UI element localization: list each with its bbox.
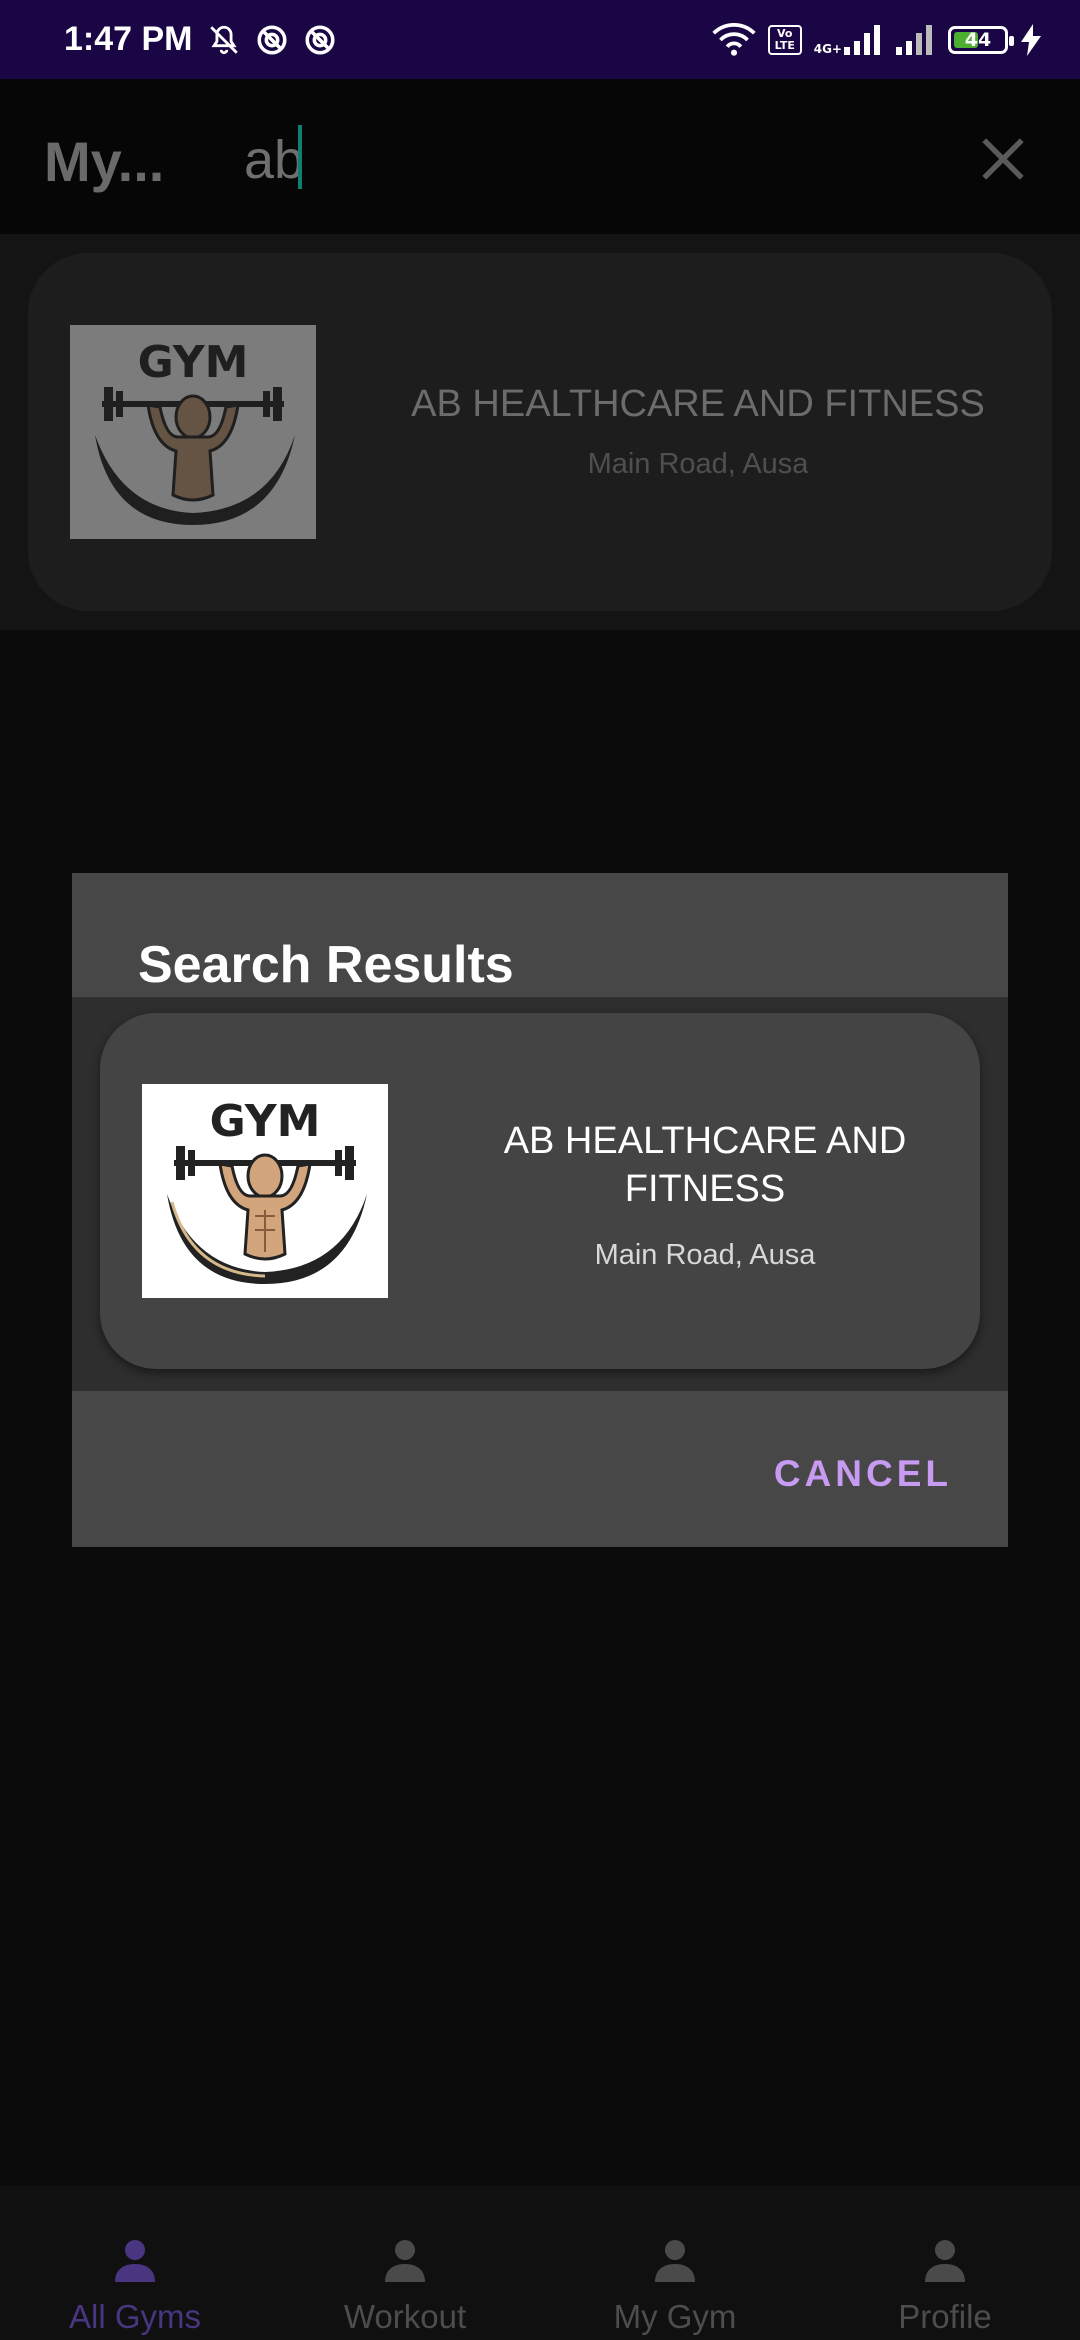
gym-name: AB HEALTHCARE AND FITNESS [411, 383, 985, 425]
person-icon [115, 2240, 155, 2282]
nav-item-profile[interactable]: Profile [810, 2186, 1080, 2340]
charging-icon [1021, 23, 1041, 56]
signal-icon [844, 24, 880, 55]
search-toolbar: My... ab [0, 79, 1080, 234]
nav-item-my-gym[interactable]: My Gym [540, 2186, 810, 2340]
nav-item-workout[interactable]: Workout [270, 2186, 540, 2340]
mute-bell-icon [209, 25, 238, 54]
network-type: 4G+ [813, 41, 842, 56]
gym-card[interactable]: GYM AB HEALTHCARE AND FITNESS Main Road,… [28, 253, 1052, 611]
battery-icon: 44 [948, 25, 1014, 54]
nav-item-all-gyms[interactable]: All Gyms [0, 2186, 270, 2340]
data-saver-icon [256, 24, 287, 55]
svg-text:GYM: GYM [138, 337, 249, 388]
page-title: My... [44, 130, 165, 193]
signal-group: 4G+ [813, 24, 884, 56]
svg-text:GYM: GYM [210, 1096, 321, 1147]
bottom-navigation: All Gyms Workout My Gym Profile [0, 2186, 1080, 2340]
search-input[interactable]: ab [244, 129, 304, 191]
battery-level: 44 [964, 28, 992, 51]
person-icon [655, 2240, 695, 2282]
close-icon[interactable] [978, 134, 1028, 184]
nav-label: Workout [343, 2298, 467, 2335]
nav-label: All Gyms [69, 2298, 201, 2335]
gym-address: Main Road, Ausa [587, 448, 809, 480]
gym-name: AB HEALTHCARE AND FITNESS [503, 1120, 907, 1210]
gym-logo-image: GYM [95, 337, 295, 525]
person-icon [925, 2240, 965, 2282]
dialog-title: Search Results [138, 936, 514, 994]
cancel-button[interactable]: CANCEL [774, 1453, 952, 1495]
gym-logo: GYM [142, 1084, 388, 1298]
gym-logo-image: GYM [167, 1096, 367, 1284]
status-right: Vo LTE 4G+ 44 [712, 22, 1042, 57]
search-results-dialog: Search Results GYM AB HEALTHCARE AND FIT… [72, 873, 1008, 1547]
status-left: 1:47 PM [64, 20, 337, 59]
gym-logo: GYM [70, 325, 316, 539]
dialog-results-list: GYM AB HEALTHCARE AND FITNESS Main Road,… [72, 997, 1008, 1391]
search-result-card[interactable]: GYM AB HEALTHCARE AND FITNESS Main Road,… [100, 1013, 980, 1369]
status-time: 1:47 PM [64, 20, 193, 58]
nav-label: Profile [898, 2298, 992, 2335]
signal-icon [896, 24, 932, 55]
battery-cap [1009, 35, 1014, 46]
wifi-icon [712, 22, 756, 56]
status-bar: 1:47 PM Vo LTE 4G+ 44 [0, 0, 1080, 79]
text-cursor [298, 125, 302, 189]
gym-address: Main Road, Ausa [594, 1239, 816, 1271]
nav-label: My Gym [613, 2298, 737, 2335]
volte-icon: Vo LTE [767, 24, 802, 55]
person-icon [385, 2240, 425, 2282]
data-saver-icon [304, 24, 335, 55]
